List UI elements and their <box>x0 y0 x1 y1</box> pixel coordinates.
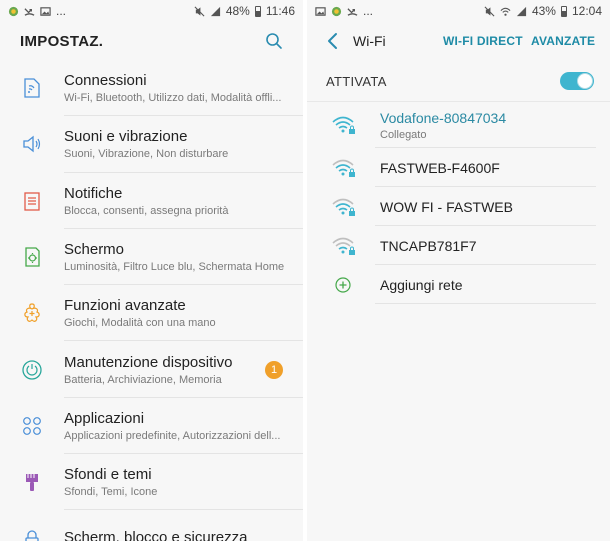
item-subtitle: Suoni, Vibrazione, Non disturbare <box>64 148 229 161</box>
settings-item-notifications[interactable]: Notifiche Blocca, consenti, assegna prior… <box>0 173 303 229</box>
image-icon <box>40 6 51 16</box>
wifi-direct-button[interactable]: WI-FI DIRECT <box>443 34 523 48</box>
item-subtitle: Batteria, Archiviazione, Memoria <box>64 373 222 386</box>
wifi-switch[interactable] <box>560 72 594 90</box>
item-title: Sfondi e temi <box>64 466 152 484</box>
item-title: Applicazioni <box>64 409 145 427</box>
image-icon <box>315 6 326 16</box>
signal-icon <box>210 6 220 16</box>
wifi-header: Wi-Fi WI-FI DIRECT AVANZATE <box>307 22 610 60</box>
switch-knob <box>577 73 593 89</box>
device-maintenance-icon <box>22 359 42 380</box>
battery-percent: 43% <box>531 4 556 18</box>
settings-item-applications[interactable]: Applicazioni Applicazioni predefinite, Au… <box>0 398 303 455</box>
wifi-network-item[interactable]: WOW FI - FASTWEB <box>307 187 610 226</box>
plus-icon <box>335 276 351 293</box>
advanced-features-icon <box>24 303 40 323</box>
battery-icon <box>560 5 567 17</box>
missed-call-icon <box>24 7 35 16</box>
app-notification-icon <box>8 6 19 16</box>
apps-icon <box>23 417 41 435</box>
item-title: Funzioni avanzate <box>64 297 186 315</box>
network-status: Collegato <box>380 129 427 141</box>
settings-header: IMPOSTAZ. <box>0 22 303 60</box>
settings-item-display[interactable]: Schermo Luminosità, Filtro Luce blu, Sche… <box>0 229 303 286</box>
mute-icon <box>194 6 205 16</box>
wifi-network-list: Vodafone-80847034 Collegato FASTWEB-F460… <box>307 102 610 304</box>
notification-badge: 1 <box>265 360 283 379</box>
wifi-network-item[interactable]: TNCAPB781F7 <box>307 226 610 265</box>
more-notifications: ... <box>363 4 374 18</box>
item-subtitle: Blocca, consenti, assegna priorità <box>64 204 229 217</box>
display-icon <box>25 247 40 267</box>
brush-icon <box>26 474 38 492</box>
item-subtitle: Sfondi, Temi, Icone <box>64 486 158 499</box>
item-title: Suoni e vibrazione <box>64 128 188 146</box>
item-title: Scherm. blocco e sicurezza <box>64 528 248 541</box>
status-bar: ... 43% 12:04 <box>307 0 610 22</box>
add-network-item[interactable]: Aggiungi rete <box>307 265 610 304</box>
more-notifications: ... <box>56 4 67 18</box>
item-title: Notifiche <box>64 184 123 202</box>
item-subtitle: Giochi, Modalità con una mano <box>64 317 216 330</box>
network-name: WOW FI - FASTWEB <box>380 198 513 215</box>
battery-percent: 48% <box>225 4 250 18</box>
wifi-network-item[interactable]: FASTWEB-F4600F <box>307 148 610 187</box>
lock-icon <box>25 529 39 541</box>
mute-icon <box>484 6 495 16</box>
item-title: Schermo <box>64 241 125 259</box>
clock: 11:46 <box>265 4 295 18</box>
wifi-locked-icon <box>332 116 355 134</box>
item-subtitle: Applicazioni predefinite, Autorizzazioni… <box>64 429 281 442</box>
network-name: FASTWEB-F4600F <box>380 159 500 176</box>
connections-icon <box>24 78 40 98</box>
item-subtitle: Luminosità, Filtro Luce blu, Schermata H… <box>64 261 285 274</box>
page-title: IMPOSTAZ. <box>20 32 104 50</box>
item-subtitle: Wi-Fi, Bluetooth, Utilizzo dati, Modalit… <box>64 92 282 105</box>
divider <box>375 303 596 304</box>
speaker-icon <box>23 136 41 153</box>
missed-call-icon <box>347 7 358 16</box>
wifi-status-icon <box>500 7 511 16</box>
item-title: Manutenzione dispositivo <box>64 353 233 371</box>
app-notification-icon <box>331 6 342 16</box>
settings-item-lock-security[interactable]: Scherm. blocco e sicurezza <box>0 510 303 541</box>
wifi-locked-icon <box>332 237 355 255</box>
settings-item-connections[interactable]: Connessioni Wi-Fi, Bluetooth, Utilizzo da… <box>0 60 303 117</box>
wifi-locked-icon <box>332 198 355 216</box>
network-name: TNCAPB781F7 <box>380 237 477 254</box>
clock: 12:04 <box>571 4 602 18</box>
settings-item-advanced-features[interactable]: Funzioni avanzate Giochi, Modalità con un… <box>0 285 303 342</box>
settings-list: Connessioni Wi-Fi, Bluetooth, Utilizzo da… <box>0 60 303 541</box>
wifi-panel: ... 43% 12:04 Wi-Fi WI-FI DIRECT AVANZAT… <box>307 0 610 541</box>
wifi-toggle-row[interactable]: ATTIVATA <box>307 60 610 102</box>
settings-item-device-maintenance[interactable]: Manutenzione dispositivo Batteria, Archiv… <box>0 341 303 398</box>
status-bar: ... 48% 11:46 <box>0 0 303 22</box>
page-title: Wi-Fi <box>353 33 386 49</box>
add-network-label: Aggiungi rete <box>380 276 463 293</box>
wifi-locked-icon <box>332 159 355 177</box>
network-name: Vodafone-80847034 <box>380 110 507 126</box>
toggle-label: ATTIVATA <box>326 74 387 89</box>
signal-icon <box>516 6 527 16</box>
settings-panel: ... 48% 11:46 IMPOSTAZ. Connessioni Wi-Fi… <box>0 0 303 541</box>
search-icon[interactable] <box>265 32 283 50</box>
back-arrow-icon[interactable] <box>323 31 343 51</box>
settings-item-sounds[interactable]: Suoni e vibrazione Suoni, Vibrazione, Non… <box>0 116 303 173</box>
notifications-icon <box>24 192 40 211</box>
settings-item-wallpapers-themes[interactable]: Sfondi e temi Sfondi, Temi, Icone <box>0 454 303 511</box>
advanced-button[interactable]: AVANZATE <box>531 34 595 48</box>
item-title: Connessioni <box>64 72 147 90</box>
battery-icon <box>254 5 261 17</box>
wifi-network-item[interactable]: Vodafone-80847034 Collegato <box>307 102 610 148</box>
